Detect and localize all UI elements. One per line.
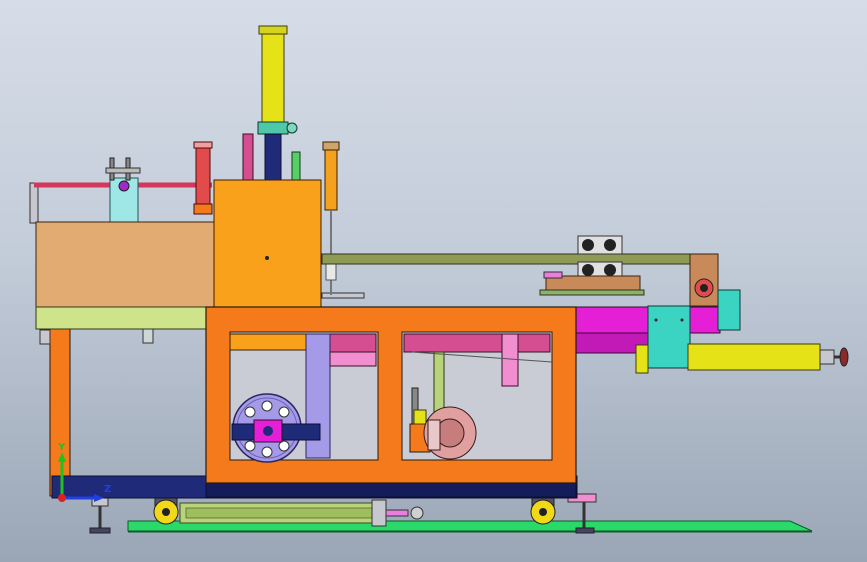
lime-shelf (35, 306, 209, 330)
feed-rod-assembly (29, 157, 212, 224)
red-cylinder (193, 141, 213, 215)
electric-motor-icon (409, 406, 477, 460)
hopper-bolt (265, 256, 269, 260)
hopper-foot (321, 292, 365, 299)
green-rod (291, 151, 301, 181)
base-beam-lower (205, 482, 577, 498)
caster-wheel-icon (153, 495, 179, 525)
roller-assembly-icon (539, 235, 645, 296)
machine-drawing[interactable]: Y Z (0, 0, 867, 562)
leveling-foot-left (89, 495, 111, 534)
left-support-leg (39, 327, 71, 497)
triad-y-label: Y (57, 442, 66, 453)
magenta-rod (242, 133, 254, 181)
hopper-housing (213, 179, 322, 309)
caster-wheel-icon (530, 495, 556, 525)
vertical-hydraulic-cylinder-icon (257, 25, 298, 181)
lime-shelf-tab (142, 328, 154, 344)
extension-arm (321, 253, 719, 307)
triad-z-label: Z (104, 484, 111, 495)
handwheel-icon[interactable] (834, 347, 849, 367)
tan-enclosure (35, 221, 215, 308)
cad-viewport[interactable]: Y Z (0, 0, 867, 562)
orange-cylinder (322, 141, 340, 295)
